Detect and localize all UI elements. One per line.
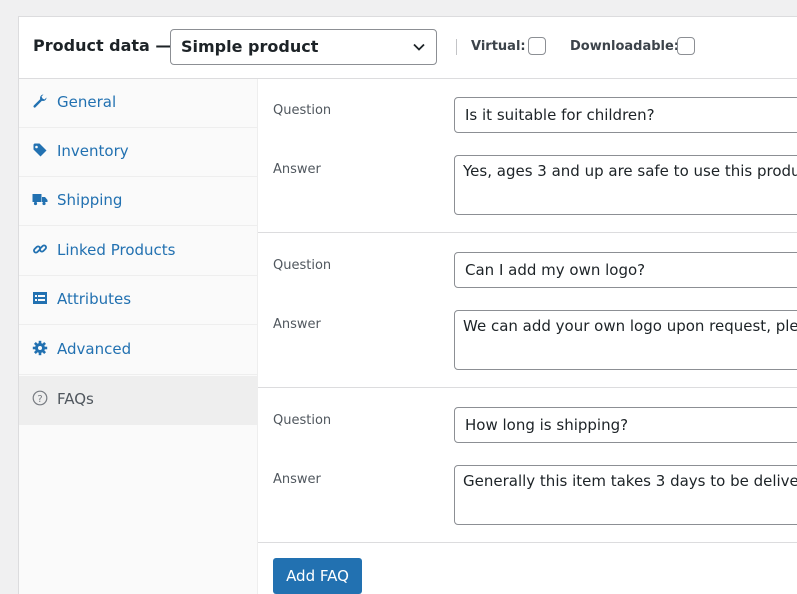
faq-item: Question Is it suitable for children? An…	[258, 79, 797, 233]
tab-faqs[interactable]: ? FAQs	[19, 376, 257, 425]
wrench-icon	[33, 94, 47, 108]
list-icon	[33, 292, 47, 304]
downloadable-checkbox[interactable]	[677, 37, 695, 55]
tab-advanced[interactable]: Advanced	[19, 326, 257, 375]
help-icon: ?	[32, 390, 48, 406]
virtual-label: Virtual:	[471, 39, 526, 54]
tab-general-label: General	[57, 93, 117, 111]
answer-label: Answer	[273, 317, 321, 332]
tab-linked-products-label: Linked Products	[57, 241, 176, 259]
product-type-value: Simple product	[181, 37, 319, 56]
virtual-checkbox[interactable]	[528, 37, 546, 55]
question-input[interactable]: Is it suitable for children?	[454, 97, 797, 133]
tag-icon	[33, 143, 47, 157]
tab-general[interactable]: General	[19, 79, 257, 128]
tab-shipping-label: Shipping	[57, 191, 123, 209]
answer-textarea[interactable]: We can add your own logo upon request, p…	[454, 310, 797, 370]
product-data-tabs: General Inventory Shipping Linked Produc…	[19, 79, 258, 594]
tab-shipping[interactable]: Shipping	[19, 177, 257, 226]
add-faq-button[interactable]: Add FAQ	[273, 558, 362, 594]
link-icon	[33, 244, 47, 254]
tab-faqs-label: FAQs	[57, 390, 94, 408]
truck-icon	[32, 194, 48, 206]
faq-item: Question Can I add my own logo? Answer W…	[258, 233, 797, 388]
product-data-header: Product data — Simple product Virtual: D…	[19, 17, 797, 79]
gear-icon	[32, 340, 48, 356]
product-data-title: Product data —	[33, 36, 172, 55]
faq-item: Question How long is shipping? Answer Ge…	[258, 388, 797, 543]
answer-label: Answer	[273, 472, 321, 487]
answer-textarea[interactable]: Yes, ages 3 and up are safe to use this …	[454, 155, 797, 215]
question-input[interactable]: Can I add my own logo?	[454, 252, 797, 288]
answer-label: Answer	[273, 162, 321, 177]
tab-linked-products[interactable]: Linked Products	[19, 227, 257, 276]
question-label: Question	[273, 103, 332, 118]
question-input[interactable]: How long is shipping?	[454, 407, 797, 443]
question-label: Question	[273, 258, 332, 273]
answer-textarea[interactable]: Generally this item takes 3 days to be d…	[454, 465, 797, 525]
tab-inventory[interactable]: Inventory	[19, 128, 257, 177]
tab-attributes-label: Attributes	[57, 290, 132, 308]
tab-attributes[interactable]: Attributes	[19, 276, 257, 325]
product-type-select[interactable]: Simple product	[170, 29, 437, 65]
header-divider	[456, 39, 457, 55]
tab-inventory-label: Inventory	[57, 142, 129, 160]
tab-advanced-label: Advanced	[57, 340, 132, 358]
chevron-down-icon	[413, 43, 425, 51]
downloadable-label: Downloadable:	[570, 39, 680, 54]
product-data-panel: Product data — Simple product Virtual: D…	[18, 16, 797, 594]
question-label: Question	[273, 413, 332, 428]
svg-text:?: ?	[37, 394, 42, 405]
